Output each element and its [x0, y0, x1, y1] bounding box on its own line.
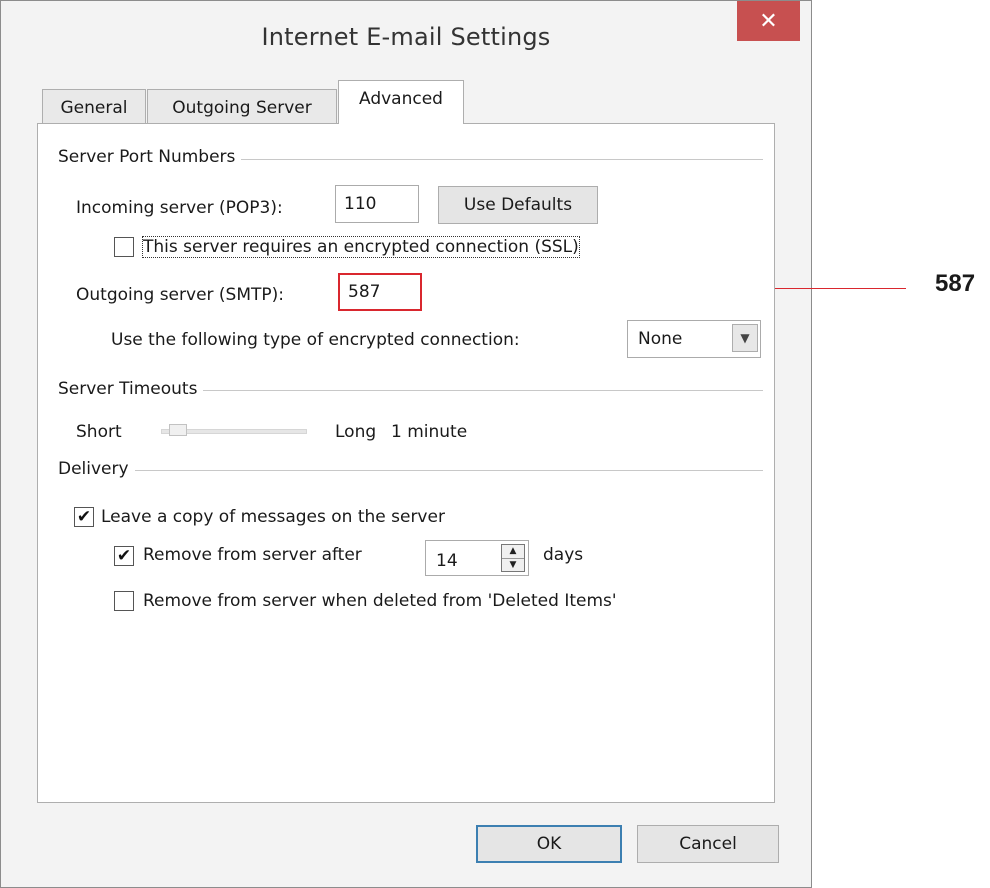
- timeout-short-label: Short: [76, 422, 122, 442]
- cancel-button[interactable]: Cancel: [637, 825, 779, 863]
- remove-after-days-spinner[interactable]: 14 ▲ ▼: [425, 540, 529, 576]
- timeout-value-label: 1 minute: [391, 422, 468, 442]
- ok-button[interactable]: OK: [476, 825, 622, 863]
- timeouts-group-label: Server Timeouts: [58, 379, 204, 399]
- encryption-type-select[interactable]: None ▼: [627, 320, 761, 358]
- leave-copy-checkbox[interactable]: ✔: [74, 507, 94, 527]
- ssl-label: This server requires an encrypted connec…: [142, 236, 580, 258]
- remove-deleted-label: Remove from server when deleted from 'De…: [143, 591, 617, 611]
- leave-copy-label: Leave a copy of messages on the server: [101, 507, 445, 527]
- use-defaults-button[interactable]: Use Defaults: [438, 186, 598, 224]
- cancel-label: Cancel: [679, 834, 737, 854]
- remove-after-checkbox[interactable]: ✔: [114, 546, 134, 566]
- delivery-group-label: Delivery: [58, 459, 135, 479]
- use-defaults-label: Use Defaults: [463, 195, 573, 215]
- ssl-checkbox[interactable]: [114, 237, 134, 257]
- spin-up-icon[interactable]: ▲: [502, 545, 524, 559]
- remove-after-label: Remove from server after: [143, 545, 362, 565]
- encryption-type-label: Use the following type of encrypted conn…: [111, 330, 520, 350]
- timeout-slider-thumb[interactable]: [169, 424, 187, 436]
- incoming-server-label: Incoming server (POP3):: [76, 198, 283, 218]
- outgoing-server-label: Outgoing server (SMTP):: [76, 285, 285, 305]
- days-label: days: [543, 545, 584, 565]
- remove-deleted-checkbox[interactable]: [114, 591, 134, 611]
- incoming-port-input[interactable]: 110: [335, 185, 419, 223]
- spin-down-icon[interactable]: ▼: [502, 559, 524, 572]
- chevron-down-icon: ▼: [732, 324, 758, 352]
- spin-buttons[interactable]: ▲ ▼: [501, 544, 525, 572]
- annotation-label: 587: [935, 270, 976, 297]
- timeout-long-label: Long: [335, 422, 377, 442]
- checkmark-icon: ✔: [116, 545, 132, 566]
- server-ports-group-label: Server Port Numbers: [58, 147, 242, 167]
- remove-after-days-value: 14: [436, 551, 458, 571]
- ok-label: OK: [536, 834, 562, 854]
- delivery-divider: [59, 470, 763, 471]
- internet-email-settings-dialog: Internet E-mail Settings ✕ General Outgo…: [0, 0, 812, 888]
- advanced-content: Server Port Numbers Incoming server (POP…: [1, 1, 811, 887]
- outgoing-port-input[interactable]: 587: [338, 273, 422, 311]
- checkmark-icon: ✔: [76, 506, 92, 527]
- encryption-type-value: None: [638, 329, 683, 349]
